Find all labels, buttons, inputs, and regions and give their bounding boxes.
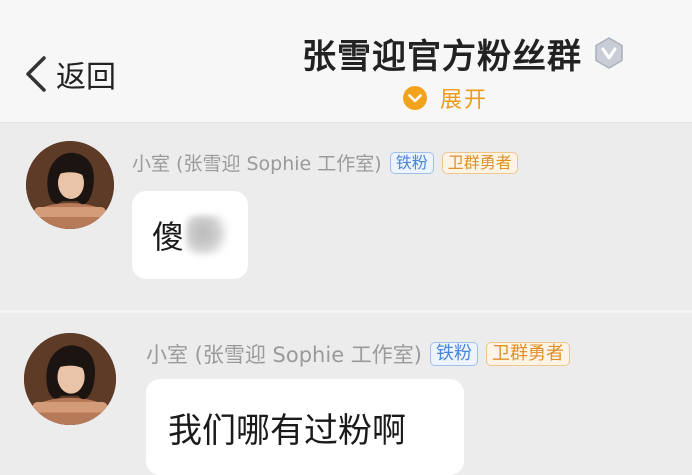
badge-group-guardian: 卫群勇者: [441, 151, 518, 174]
chat-panel-1: 小室 (张雪迎 Sophie 工作室) 铁粉 卫群勇者 傻: [0, 123, 692, 310]
chevron-left-icon: [26, 56, 46, 92]
group-title: 张雪迎官方粉丝群: [302, 36, 582, 77]
chat-panel-2: 小室 (张雪迎 Sophie 工作室) 铁粉 卫群勇者 我们哪有过粉啊: [0, 313, 692, 475]
chat-header: 返回 张雪迎官方粉丝群 展开: [0, 0, 692, 123]
back-button[interactable]: 返回: [22, 52, 116, 96]
badge-iron-fan: 铁粉: [429, 341, 478, 367]
avatar-image: [24, 333, 116, 425]
message-text: 我们哪有过粉啊: [168, 410, 406, 451]
badge-iron-fan: 铁粉: [389, 151, 434, 174]
verified-icon: [595, 37, 623, 69]
back-label: 返回: [56, 60, 116, 95]
message-text: 傻: [152, 218, 185, 256]
group-title-area: 张雪迎官方粉丝群: [302, 28, 626, 78]
avatar[interactable]: [26, 141, 114, 229]
obscured-text: [186, 215, 229, 255]
badge-group-guardian: 卫群勇者: [485, 341, 570, 367]
sender-info: 小室 (张雪迎 Sophie 工作室) 铁粉 卫群勇者: [146, 339, 570, 369]
sender-name: 小室 (张雪迎 Sophie 工作室): [146, 343, 422, 367]
expand-label: 展开: [440, 88, 489, 113]
message-bubble[interactable]: 傻: [132, 191, 248, 279]
chevron-down-icon: [403, 86, 427, 110]
expand-button[interactable]: 展开: [402, 82, 488, 114]
sender-info: 小室 (张雪迎 Sophie 工作室) 铁粉 卫群勇者: [132, 149, 518, 176]
avatar-image: [26, 141, 114, 229]
avatar[interactable]: [24, 333, 116, 425]
sender-name: 小室 (张雪迎 Sophie 工作室): [132, 153, 382, 175]
message-bubble[interactable]: 我们哪有过粉啊: [146, 379, 464, 475]
